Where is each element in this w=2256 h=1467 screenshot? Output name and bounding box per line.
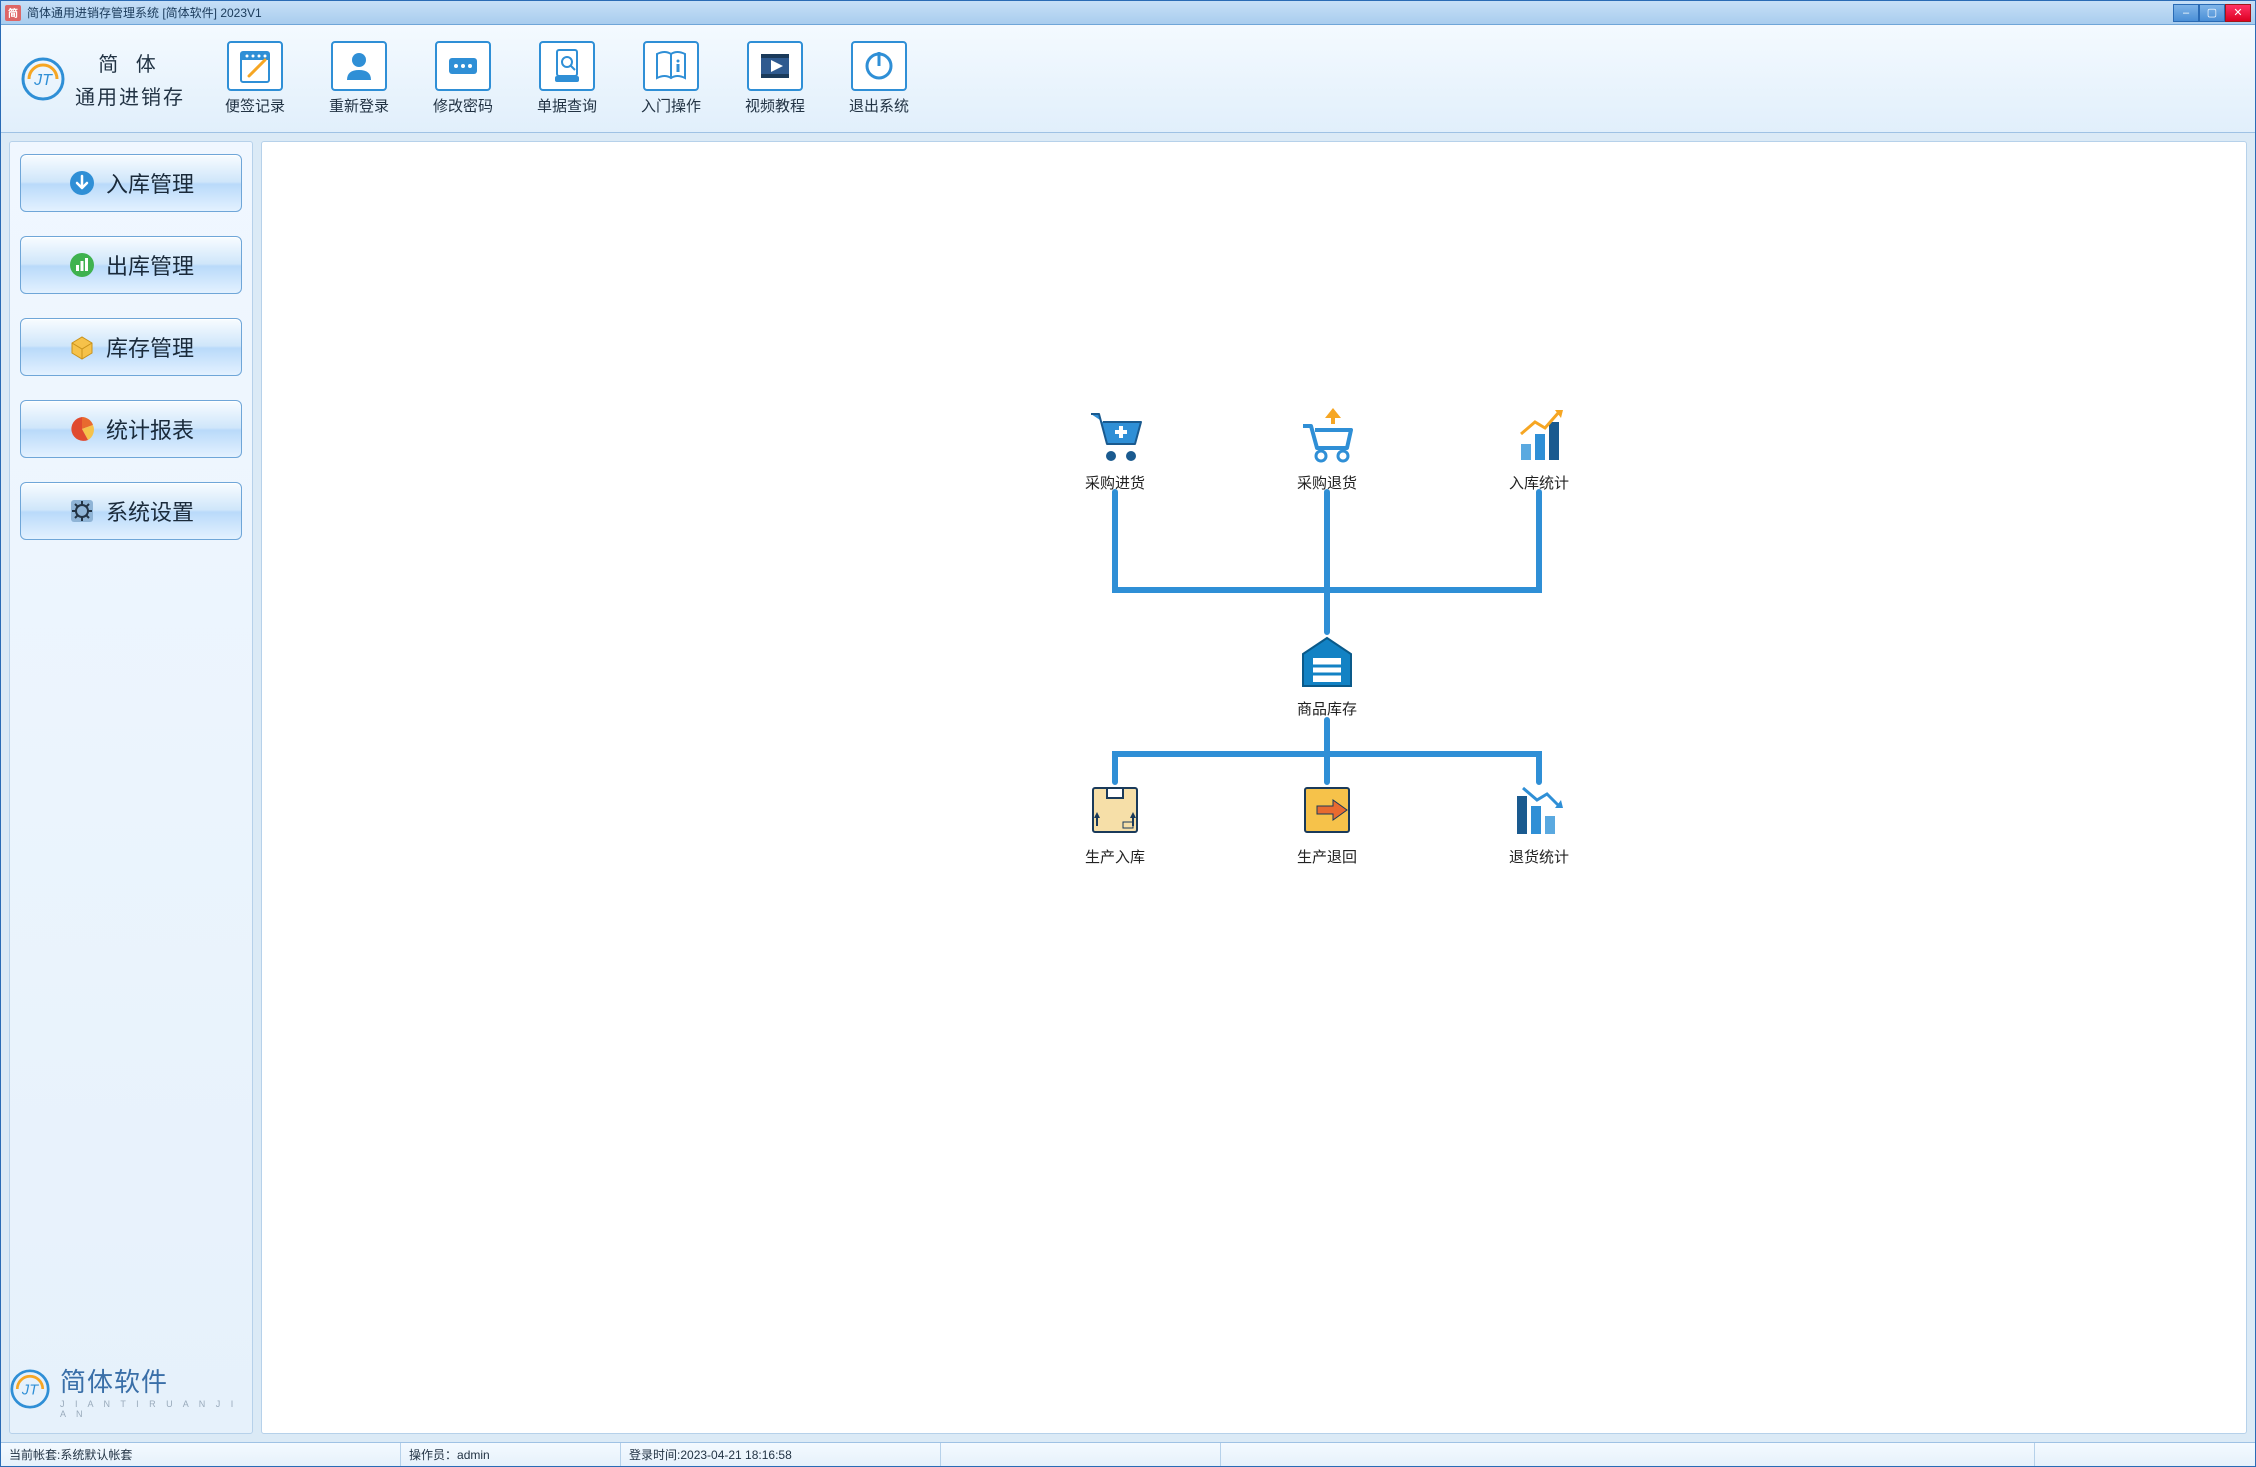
flow-label: 生产入库 xyxy=(1085,846,1145,867)
flow-node-purchase-return[interactable]: 采购退货 xyxy=(1282,404,1372,493)
toolbar-label: 视频教程 xyxy=(745,95,805,116)
brand: JT 简 体 通用进销存 xyxy=(11,48,203,110)
app-icon: 简 xyxy=(5,5,21,21)
sidebar-label: 入库管理 xyxy=(106,167,194,199)
cart-plus-icon xyxy=(1081,404,1149,466)
power-icon xyxy=(851,41,907,91)
chart-up-icon xyxy=(1505,404,1573,466)
body: 入库管理 出库管理 库存管理 统计报表 xyxy=(1,133,2255,1442)
sidebar-footer-brand: JT 简体软件 J I A N T I R U A N J I A N xyxy=(10,1362,252,1419)
status-operator-label: 操作员： xyxy=(409,1446,457,1463)
maximize-button[interactable]: ▢ xyxy=(2199,4,2225,22)
arrow-down-circle-icon xyxy=(68,169,96,197)
flow-canvas: 采购进货 采购退货 入库统计 xyxy=(262,142,2246,1433)
toolbar-label: 单据查询 xyxy=(537,95,597,116)
package-icon xyxy=(1081,778,1149,840)
sidebar-label: 系统设置 xyxy=(106,495,194,527)
flow-node-inbound-stats[interactable]: 入库统计 xyxy=(1494,404,1584,493)
toolbar-notes-button[interactable]: 便签记录 xyxy=(207,35,303,122)
toolbar-label: 便签记录 xyxy=(225,95,285,116)
sidebar-settings-button[interactable]: 系统设置 xyxy=(20,482,242,540)
chart-circle-icon xyxy=(68,251,96,279)
toolbar-password-button[interactable]: 修改密码 xyxy=(415,35,511,122)
status-account-label: 当前帐套: xyxy=(9,1446,60,1463)
sidebar-label: 出库管理 xyxy=(106,249,194,281)
brand-logo-small-icon: JT xyxy=(10,1369,50,1412)
flow-node-purchase-in[interactable]: 采购进货 xyxy=(1070,404,1160,493)
flow-label: 采购退货 xyxy=(1297,472,1357,493)
sidebar-report-button[interactable]: 统计报表 xyxy=(20,400,242,458)
window-title: 简体通用进销存管理系统 [简体软件] 2023V1 xyxy=(27,4,2173,21)
status-account-value: 系统默认帐套 xyxy=(60,1446,132,1463)
flow-label: 采购进货 xyxy=(1085,472,1145,493)
flow-label: 生产退回 xyxy=(1297,846,1357,867)
status-login-label: 登录时间: xyxy=(629,1446,680,1463)
window-controls: – ▢ ✕ xyxy=(2173,4,2251,22)
status-operator-value: admin xyxy=(457,1448,490,1462)
toolbar-label: 入门操作 xyxy=(641,95,701,116)
sidebar-inbound-button[interactable]: 入库管理 xyxy=(20,154,242,212)
sidebar: 入库管理 出库管理 库存管理 统计报表 xyxy=(9,141,253,1434)
cart-up-icon xyxy=(1293,404,1361,466)
status-operator: 操作员： admin xyxy=(401,1443,621,1466)
brand-line1: 简 体 xyxy=(98,48,162,77)
close-button[interactable]: ✕ xyxy=(2225,4,2251,22)
video-icon xyxy=(747,41,803,91)
status-login: 登录时间: 2023-04-21 18:16:58 xyxy=(621,1443,941,1466)
book-info-icon xyxy=(643,41,699,91)
flow-node-production-return[interactable]: 生产退回 xyxy=(1282,778,1372,867)
flow-label: 商品库存 xyxy=(1297,698,1357,719)
pie-chart-icon xyxy=(68,415,96,443)
status-account: 当前帐套: 系统默认帐套 xyxy=(1,1443,401,1466)
warehouse-icon xyxy=(1293,630,1361,692)
password-icon xyxy=(435,41,491,91)
toolbar-exit-button[interactable]: 退出系统 xyxy=(831,35,927,122)
search-doc-icon xyxy=(539,41,595,91)
content-panel: 采购进货 采购退货 入库统计 xyxy=(261,141,2247,1434)
footer-brand-text: 简体软件 xyxy=(60,1362,168,1399)
status-login-value: 2023-04-21 18:16:58 xyxy=(680,1448,791,1462)
gear-icon xyxy=(68,497,96,525)
sidebar-label: 统计报表 xyxy=(106,413,194,445)
toolbar-billquery-button[interactable]: 单据查询 xyxy=(519,35,615,122)
svg-text:JT: JT xyxy=(33,72,53,89)
sidebar-inventory-button[interactable]: 库存管理 xyxy=(20,318,242,376)
sidebar-outbound-button[interactable]: 出库管理 xyxy=(20,236,242,294)
box-icon xyxy=(68,333,96,361)
flow-node-production-in[interactable]: 生产入库 xyxy=(1070,778,1160,867)
flow-node-inventory[interactable]: 商品库存 xyxy=(1282,630,1372,719)
footer-brand-pinyin: J I A N T I R U A N J I A N xyxy=(60,1399,252,1419)
flow-label: 退货统计 xyxy=(1509,846,1569,867)
app-window: 简 简体通用进销存管理系统 [简体软件] 2023V1 – ▢ ✕ JT 简 体… xyxy=(0,0,2256,1467)
flow-label: 入库统计 xyxy=(1509,472,1569,493)
brand-text: 简 体 通用进销存 xyxy=(75,48,185,110)
toolbar-guide-button[interactable]: 入门操作 xyxy=(623,35,719,122)
flow-connectors xyxy=(262,142,2246,1433)
svg-text:JT: JT xyxy=(21,1382,39,1398)
chart-down-icon xyxy=(1505,778,1573,840)
flow-node-return-stats[interactable]: 退货统计 xyxy=(1494,778,1584,867)
toolbar-video-button[interactable]: 视频教程 xyxy=(727,35,823,122)
statusbar: 当前帐套: 系统默认帐套 操作员： admin 登录时间: 2023-04-21… xyxy=(1,1442,2255,1466)
sidebar-label: 库存管理 xyxy=(106,331,194,363)
status-slot-5 xyxy=(1221,1443,2035,1466)
toolbar-label: 重新登录 xyxy=(329,95,389,116)
brand-logo-icon: JT xyxy=(21,57,65,101)
status-slot-6 xyxy=(2035,1443,2255,1466)
notepad-icon xyxy=(227,41,283,91)
toolbar-relogin-button[interactable]: 重新登录 xyxy=(311,35,407,122)
toolbar: JT 简 体 通用进销存 便签记录 重新登录 修改密码 xyxy=(1,25,2255,133)
user-icon xyxy=(331,41,387,91)
package-arrow-icon xyxy=(1293,778,1361,840)
status-slot-4 xyxy=(941,1443,1221,1466)
toolbar-label: 退出系统 xyxy=(849,95,909,116)
minimize-button[interactable]: – xyxy=(2173,4,2199,22)
titlebar: 简 简体通用进销存管理系统 [简体软件] 2023V1 – ▢ ✕ xyxy=(1,1,2255,25)
toolbar-label: 修改密码 xyxy=(433,95,493,116)
brand-line2: 通用进销存 xyxy=(75,81,185,110)
